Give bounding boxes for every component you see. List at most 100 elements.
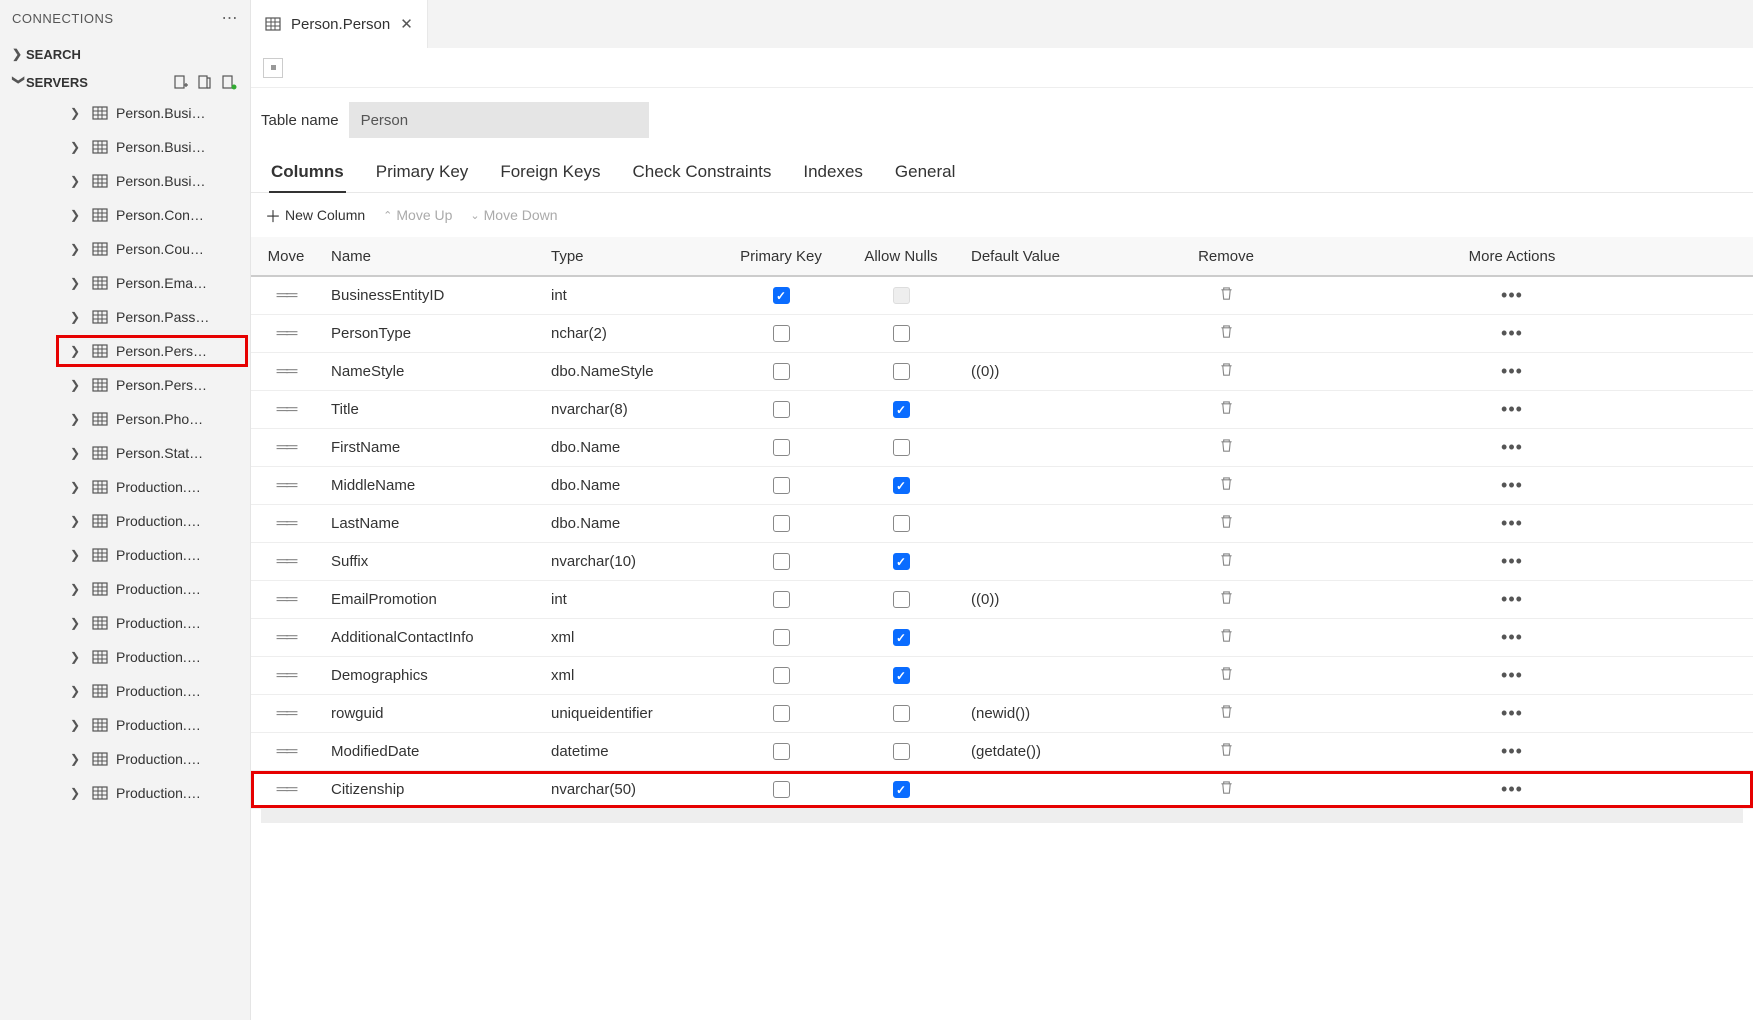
column-type-cell[interactable]: nvarchar(50)	[541, 771, 721, 809]
tree-node[interactable]: ❯Person.Cou…	[0, 232, 250, 266]
allownulls-checkbox[interactable]	[893, 363, 910, 380]
allownulls-checkbox[interactable]	[893, 477, 910, 494]
trash-icon[interactable]	[1219, 438, 1234, 457]
pk-checkbox[interactable]	[773, 515, 790, 532]
drag-cell[interactable]: ══	[251, 353, 321, 391]
column-name-cell[interactable]: LastName	[321, 505, 541, 543]
tree-node[interactable]: ❯Production.…	[0, 606, 250, 640]
tree-node[interactable]: ❯Person.Pass…	[0, 300, 250, 334]
more-actions-icon[interactable]: •••	[1501, 747, 1523, 756]
default-value-cell[interactable]	[961, 657, 1181, 695]
pk-checkbox[interactable]	[773, 553, 790, 570]
more-actions-icon[interactable]: •••	[1501, 481, 1523, 490]
designer-tab[interactable]: Foreign Keys	[498, 154, 602, 192]
column-type-cell[interactable]: dbo.Name	[541, 467, 721, 505]
pk-checkbox[interactable]	[773, 629, 790, 646]
tree-node[interactable]: ❯Person.Ema…	[0, 266, 250, 300]
drag-cell[interactable]: ══	[251, 733, 321, 771]
drag-cell[interactable]: ══	[251, 277, 321, 315]
tree-node[interactable]: ❯Production.…	[0, 470, 250, 504]
column-name-cell[interactable]: BusinessEntityID	[321, 277, 541, 315]
pk-checkbox[interactable]	[773, 287, 790, 304]
default-value-cell[interactable]: ((0))	[961, 353, 1181, 391]
pk-checkbox[interactable]	[773, 591, 790, 608]
allownulls-checkbox[interactable]	[893, 591, 910, 608]
more-actions-icon[interactable]: •••	[1501, 443, 1523, 452]
new-column-button[interactable]: ＋New Column	[265, 203, 365, 227]
default-value-cell[interactable]	[961, 543, 1181, 581]
default-value-cell[interactable]: ((0))	[961, 581, 1181, 619]
new-connection-icon[interactable]	[172, 73, 190, 91]
tree-node[interactable]: ❯Person.Busi…	[0, 130, 250, 164]
allownulls-checkbox[interactable]	[893, 439, 910, 456]
allownulls-checkbox[interactable]	[893, 705, 910, 722]
trash-icon[interactable]	[1219, 590, 1234, 609]
move-down-button[interactable]: ⌄Move Down	[470, 207, 557, 223]
column-type-cell[interactable]: int	[541, 581, 721, 619]
drag-cell[interactable]: ══	[251, 315, 321, 353]
designer-tab[interactable]: Primary Key	[374, 154, 471, 192]
script-icon[interactable]	[263, 58, 283, 78]
column-type-cell[interactable]: nvarchar(10)	[541, 543, 721, 581]
pk-checkbox[interactable]	[773, 743, 790, 760]
column-name-cell[interactable]: NameStyle	[321, 353, 541, 391]
default-value-cell[interactable]	[961, 277, 1181, 315]
more-actions-icon[interactable]: •••	[1501, 633, 1523, 642]
column-name-cell[interactable]: MiddleName	[321, 467, 541, 505]
more-actions-icon[interactable]: •••	[1501, 785, 1523, 794]
column-name-cell[interactable]: PersonType	[321, 315, 541, 353]
column-name-cell[interactable]: Citizenship	[321, 771, 541, 809]
drag-cell[interactable]: ══	[251, 391, 321, 429]
more-actions-icon[interactable]: •••	[1501, 329, 1523, 338]
column-name-cell[interactable]: Suffix	[321, 543, 541, 581]
designer-tab[interactable]: General	[893, 154, 957, 192]
column-name-cell[interactable]: rowguid	[321, 695, 541, 733]
column-type-cell[interactable]: nvarchar(8)	[541, 391, 721, 429]
column-type-cell[interactable]: nchar(2)	[541, 315, 721, 353]
column-name-cell[interactable]: Demographics	[321, 657, 541, 695]
pk-checkbox[interactable]	[773, 363, 790, 380]
more-actions-icon[interactable]: •••	[1501, 709, 1523, 718]
pk-checkbox[interactable]	[773, 705, 790, 722]
allownulls-checkbox[interactable]	[893, 629, 910, 646]
more-actions-icon[interactable]: •••	[1501, 367, 1523, 376]
allownulls-checkbox[interactable]	[893, 287, 910, 304]
column-name-cell[interactable]: ModifiedDate	[321, 733, 541, 771]
tree-node[interactable]: ❯Production.…	[0, 572, 250, 606]
default-value-cell[interactable]	[961, 505, 1181, 543]
column-type-cell[interactable]: uniqueidentifier	[541, 695, 721, 733]
tree-node[interactable]: ❯Production.…	[0, 674, 250, 708]
tree-servers[interactable]: ❯ SERVERS	[0, 68, 250, 96]
allownulls-checkbox[interactable]	[893, 667, 910, 684]
tree-node[interactable]: ❯Person.Pho…	[0, 402, 250, 436]
allownulls-checkbox[interactable]	[893, 743, 910, 760]
default-value-cell[interactable]	[961, 391, 1181, 429]
tree-node[interactable]: ❯Person.Con…	[0, 198, 250, 232]
tree-node[interactable]: ❯Person.Pers…	[0, 368, 250, 402]
more-actions-icon[interactable]: •••	[1501, 671, 1523, 680]
allownulls-checkbox[interactable]	[893, 515, 910, 532]
designer-tab[interactable]: Indexes	[801, 154, 865, 192]
tree-node[interactable]: ❯Production.…	[0, 640, 250, 674]
horizontal-scrollbar[interactable]	[261, 809, 1743, 823]
column-name-cell[interactable]: AdditionalContactInfo	[321, 619, 541, 657]
tree-node[interactable]: ❯Production.…	[0, 708, 250, 742]
column-name-cell[interactable]: FirstName	[321, 429, 541, 467]
trash-icon[interactable]	[1219, 666, 1234, 685]
designer-tab[interactable]: Check Constraints	[630, 154, 773, 192]
allownulls-checkbox[interactable]	[893, 325, 910, 342]
trash-icon[interactable]	[1219, 476, 1234, 495]
drag-cell[interactable]: ══	[251, 429, 321, 467]
move-up-button[interactable]: ⌃Move Up	[383, 207, 452, 223]
tree-node[interactable]: ❯Production.…	[0, 742, 250, 776]
pk-checkbox[interactable]	[773, 667, 790, 684]
trash-icon[interactable]	[1219, 362, 1234, 381]
drag-cell[interactable]: ══	[251, 771, 321, 809]
tree-node[interactable]: ❯Person.Busi…	[0, 164, 250, 198]
drag-cell[interactable]: ══	[251, 581, 321, 619]
tree-search[interactable]: ❯ SEARCH	[0, 40, 250, 68]
trash-icon[interactable]	[1219, 780, 1234, 799]
drag-cell[interactable]: ══	[251, 543, 321, 581]
drag-cell[interactable]: ══	[251, 467, 321, 505]
column-type-cell[interactable]: int	[541, 277, 721, 315]
